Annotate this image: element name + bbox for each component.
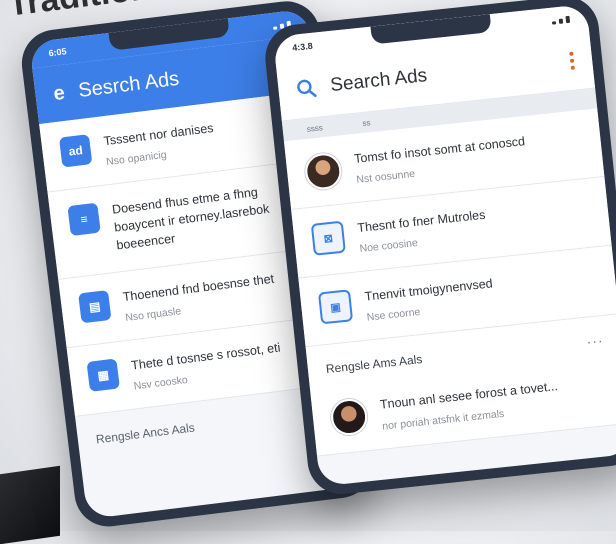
avatar — [329, 397, 369, 438]
item-text: Thesnt fo fner Mutroles Noe coosine — [357, 206, 489, 255]
tab[interactable]: ss — [362, 118, 371, 128]
avatar — [303, 151, 344, 192]
image-icon: ⊠ — [310, 220, 346, 256]
status-time: 4:3.8 — [291, 40, 314, 53]
item-text: Thete d tosnse s rossot, eti Nsv coosko — [130, 338, 283, 392]
search-title: Search Ads — [329, 65, 429, 97]
right-phone-screen: 4:3.8 Search Ads ssss ss Tomst fo insot … — [272, 3, 616, 487]
item-text: Tomst fo insot somt at conoscd Nst oosun… — [353, 132, 527, 186]
document-icon: ▣ — [317, 289, 354, 325]
status-time: 6:05 — [47, 46, 68, 59]
document-icon: ▤ — [78, 289, 112, 323]
scene: 6:05 e Sesrch Ads ad Tsssent nor danises… — [0, 0, 616, 531]
app-logo-icon[interactable]: e — [52, 81, 66, 105]
ad-icon: ad — [58, 134, 93, 168]
section-title: Rengsle Ams Aals — [325, 352, 423, 377]
more-menu-icon[interactable] — [569, 51, 576, 70]
grid-icon: ▦ — [86, 358, 120, 392]
more-options-icon[interactable]: ··· — [586, 332, 605, 350]
item-text: Thoenend fnd boesnse thet Nso rquasle — [122, 269, 277, 323]
item-text: Tnoun anl sesee forost a tovet... nor po… — [379, 377, 560, 432]
tab[interactable]: ssss — [306, 123, 323, 134]
signal-icon — [551, 15, 571, 25]
item-text: Tsssent nor danises Nso opanicig — [103, 119, 217, 168]
right-phone: 4:3.8 Search Ads ssss ss Tomst fo insot … — [262, 0, 616, 498]
list-icon: ≡ — [67, 202, 101, 237]
item-text: Tnenvit tmoigynenvsed Nse coorne — [364, 275, 496, 324]
search-icon[interactable] — [296, 78, 318, 100]
app-title: Sesrch Ads — [77, 67, 181, 102]
